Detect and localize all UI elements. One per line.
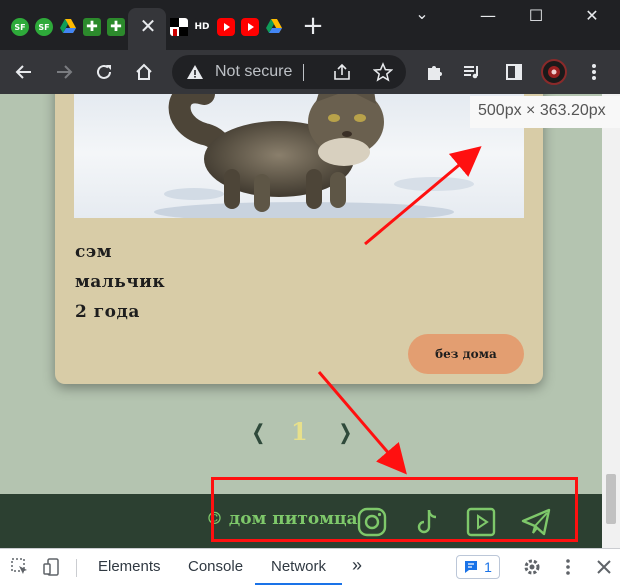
hd-icon[interactable]: HD	[193, 18, 211, 36]
playlist-music-icon	[464, 66, 478, 79]
close-devtools-icon[interactable]	[594, 557, 614, 577]
home-icon	[136, 63, 152, 80]
pet-name: сэм	[75, 242, 112, 262]
avatar-icon	[541, 59, 567, 85]
window-close-button[interactable]: ✕	[572, 4, 612, 28]
cat-in-snow-image	[154, 94, 474, 218]
drive-icon[interactable]	[265, 18, 283, 36]
more-tabs-chevron-icon[interactable]: »	[352, 555, 362, 576]
security-status-text: Not secure	[215, 63, 293, 80]
forward-arrow-icon	[57, 65, 73, 79]
tab-close-icon[interactable]: ✕	[137, 14, 159, 38]
share-icon[interactable]	[332, 63, 352, 81]
hd-icon-label: HD	[194, 22, 210, 32]
devtools-menu-icon[interactable]	[558, 557, 578, 577]
extensions-button[interactable]	[420, 58, 448, 86]
browser-tab-strip: SF SF ✚ ✚ ✕ HD + ⌄ — ☐ ✕	[0, 0, 620, 50]
pagination-prev-button[interactable]: ❬	[250, 420, 267, 444]
kebab-menu-icon	[592, 64, 596, 80]
media-controls-button[interactable]	[458, 58, 486, 86]
home-button[interactable]	[130, 58, 158, 86]
back-button[interactable]	[10, 58, 38, 86]
side-panel-icon	[506, 64, 522, 80]
cross-icon[interactable]: ✚	[83, 18, 101, 36]
devtools-tab-network[interactable]: Network	[271, 558, 326, 575]
pet-card[interactable]: сэм мальчик 2 года без дома	[55, 94, 543, 384]
devtools-divider	[76, 559, 77, 577]
pet-age: 2 года	[75, 302, 140, 322]
reload-button[interactable]	[90, 58, 118, 86]
browser-toolbar: Not secure	[0, 50, 620, 94]
sf-icon[interactable]: SF	[35, 18, 53, 36]
back-arrow-icon	[15, 65, 31, 79]
new-tab-button[interactable]: +	[300, 12, 326, 40]
omnibox-divider	[303, 64, 304, 81]
pagination-current-page[interactable]: 1	[291, 417, 308, 446]
youtube-icon[interactable]	[241, 18, 259, 36]
sf-icon-label: SF	[14, 22, 26, 32]
warning-icon	[187, 65, 203, 79]
pagination: ❬ 1 ❭	[245, 417, 355, 450]
homeless-status-button[interactable]: без дома	[408, 334, 524, 374]
bookmark-star-icon[interactable]	[373, 62, 393, 82]
message-icon	[465, 561, 478, 573]
sf-icon-label: SF	[38, 22, 50, 32]
forward-button[interactable]	[50, 58, 78, 86]
pet-photo	[74, 94, 524, 218]
address-bar[interactable]: Not secure	[172, 55, 406, 89]
maximize-button[interactable]: ☐	[516, 4, 556, 28]
reload-icon	[97, 64, 111, 79]
pet-sex: мальчик	[75, 272, 166, 292]
youtube-icon[interactable]	[217, 18, 235, 36]
devtools-panel: Elements Console Network » 1	[0, 548, 620, 585]
issues-badge[interactable]: 1	[456, 555, 500, 579]
puzzle-icon[interactable]	[170, 18, 188, 36]
element-size-tooltip: 500px × 363.20px	[470, 96, 620, 128]
sf-icon[interactable]: SF	[11, 18, 29, 36]
devtools-tab-elements[interactable]: Elements	[98, 558, 161, 575]
devtools-tab-console[interactable]: Console	[188, 558, 243, 575]
pagination-next-button[interactable]: ❭	[337, 420, 354, 444]
minimize-button[interactable]: —	[468, 4, 508, 28]
drive-icon[interactable]	[59, 18, 77, 36]
device-toolbar-icon[interactable]	[42, 557, 62, 577]
inspect-element-icon[interactable]	[10, 557, 30, 577]
puzzle-extension-icon	[428, 66, 442, 80]
browser-menu-button[interactable]	[580, 58, 608, 86]
issues-count: 1	[484, 559, 492, 575]
tab-search-dropdown-icon[interactable]: ⌄	[402, 2, 442, 26]
pet-info: сэм мальчик 2 года	[75, 242, 165, 332]
side-panel-button[interactable]	[500, 58, 528, 86]
profile-avatar[interactable]	[540, 58, 568, 86]
page-scrollbar[interactable]	[602, 94, 620, 548]
annotation-highlight-box	[211, 477, 578, 542]
scrollbar-thumb[interactable]	[606, 474, 616, 524]
cross-icon[interactable]: ✚	[107, 18, 125, 36]
settings-gear-icon[interactable]	[522, 557, 542, 577]
